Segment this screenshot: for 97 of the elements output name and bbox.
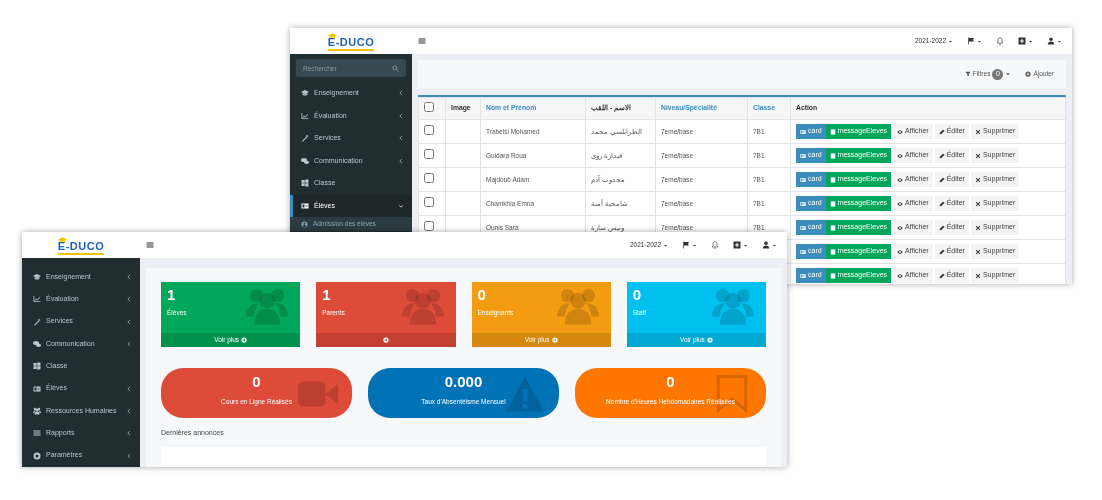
- pencil-icon: [938, 152, 945, 159]
- close-icon: [974, 272, 981, 279]
- checkbox[interactable]: [424, 149, 434, 160]
- pencil-icon: [938, 128, 945, 135]
- stat-value: 0: [666, 374, 675, 391]
- graduation-cap-icon: [301, 89, 309, 98]
- stat-value: 0: [252, 374, 261, 391]
- stat-value: 1: [166, 285, 177, 304]
- line-chart-icon: [301, 111, 309, 120]
- menu-icon[interactable]: [418, 37, 426, 45]
- chevron-left-icon: [398, 90, 404, 97]
- pencil-icon: [938, 200, 945, 207]
- eye-icon: [897, 128, 904, 135]
- chevron-left-icon: [126, 430, 132, 437]
- close-icon: [974, 224, 981, 231]
- toolbar-button[interactable]: [967, 37, 982, 45]
- caret-icon: [1057, 38, 1062, 44]
- id-card-icon: [800, 200, 806, 207]
- id-card-icon: [800, 224, 806, 231]
- wand-icon: [301, 134, 309, 143]
- chevron-left-icon: [126, 452, 132, 459]
- toolbar-button[interactable]: [1047, 37, 1062, 45]
- line-chart-icon: [33, 295, 41, 304]
- toolbar-button[interactable]: [762, 241, 777, 249]
- toolbar-button[interactable]: [682, 241, 697, 249]
- id-card-icon: [33, 384, 41, 393]
- caret-icon: [663, 242, 668, 248]
- stat-value: 0.000: [444, 374, 483, 391]
- stat-value: 0: [476, 285, 487, 304]
- logo-text: E-DUCO: [327, 36, 375, 51]
- pencil-icon: [938, 272, 945, 279]
- chevron-left-icon: [126, 341, 132, 348]
- caret-icon: [772, 242, 777, 248]
- chevron-left-icon: [398, 135, 404, 142]
- logo-text: E-DUCO: [57, 240, 105, 255]
- pencil-icon: [938, 248, 945, 255]
- chevron-down-icon: [398, 202, 404, 209]
- eye-icon: [897, 248, 904, 255]
- chat-icon: [301, 156, 309, 165]
- id-card-icon: [800, 248, 806, 255]
- eye-icon: [897, 176, 904, 183]
- wand-icon: [33, 317, 41, 326]
- id-card-icon: [301, 201, 309, 210]
- pencil-icon: [938, 176, 945, 183]
- eye-icon: [897, 272, 904, 279]
- close-icon: [974, 176, 981, 183]
- chevron-left-icon: [126, 385, 132, 392]
- close-icon: [974, 200, 981, 207]
- bell-icon: [711, 241, 719, 249]
- close-icon: [974, 248, 981, 255]
- chevron-left-icon: [398, 112, 404, 119]
- caret-icon: [948, 38, 953, 44]
- pencil-icon: [938, 224, 945, 231]
- checkbox[interactable]: [424, 221, 434, 232]
- toolbar-button[interactable]: [1018, 37, 1033, 45]
- chevron-left-icon: [126, 274, 132, 281]
- caret-icon: [743, 242, 748, 248]
- warning-icon: [505, 374, 545, 414]
- stat-value: 0: [631, 285, 643, 304]
- checkbox[interactable]: [424, 125, 434, 136]
- bell-icon: [996, 37, 1004, 45]
- caret-icon: [692, 242, 697, 248]
- flag-icon: [682, 241, 690, 249]
- eye-icon: [897, 224, 904, 231]
- user-icon: [762, 241, 770, 249]
- close-icon: [974, 128, 981, 135]
- grid-icon: [33, 362, 41, 371]
- checkbox[interactable]: [424, 173, 434, 184]
- flag-icon: [967, 37, 975, 45]
- stat-value: 1: [321, 285, 332, 304]
- menu-icon[interactable]: [146, 241, 154, 249]
- id-card-icon: [800, 128, 806, 135]
- search-icon: [392, 64, 399, 72]
- id-card-icon: [800, 176, 806, 183]
- eye-icon: [897, 200, 904, 207]
- caret-icon: [1028, 38, 1033, 44]
- checkbox[interactable]: [424, 101, 434, 112]
- close-icon: [974, 152, 981, 159]
- chevron-left-icon: [126, 407, 132, 414]
- chevron-left-icon: [126, 318, 132, 325]
- user-icon: [1047, 37, 1055, 45]
- grid-icon: [301, 179, 309, 188]
- eye-icon: [897, 152, 904, 159]
- users-icon: [33, 406, 41, 415]
- chat-icon: [33, 340, 41, 349]
- id-card-icon: [800, 272, 806, 279]
- chevron-left-icon: [398, 157, 404, 164]
- id-card-icon: [800, 152, 806, 159]
- checkbox[interactable]: [424, 197, 434, 208]
- chevron-left-icon: [126, 296, 132, 303]
- graduation-cap-icon: [33, 273, 41, 282]
- list-icon: [33, 429, 41, 438]
- caret-icon: [977, 38, 982, 44]
- settings-icon: [33, 451, 41, 460]
- toolbar-button[interactable]: [733, 241, 748, 249]
- filter-icon: [964, 71, 971, 77]
- caret-icon: [1005, 71, 1012, 77]
